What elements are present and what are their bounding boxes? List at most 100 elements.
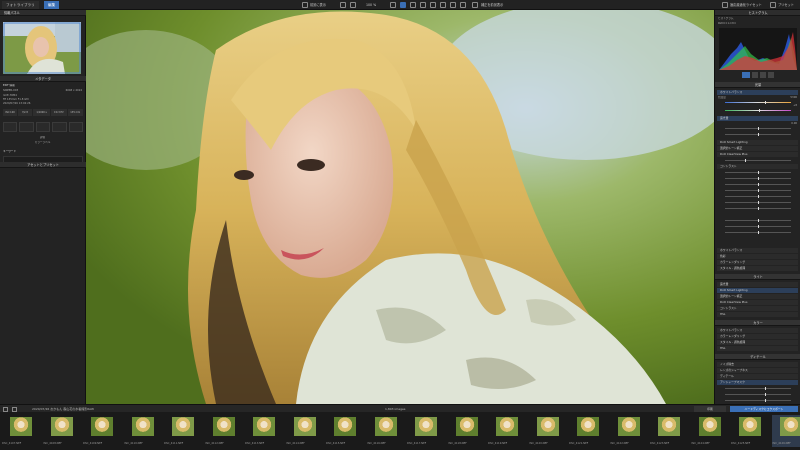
section-white-balance-2[interactable]: ホワイトバランス bbox=[717, 248, 798, 253]
section-color-rendering-2[interactable]: カラーレンダリング bbox=[717, 334, 798, 339]
before-after-icon[interactable] bbox=[472, 2, 478, 8]
exposure-value[interactable]: 0.00 bbox=[718, 122, 797, 126]
wb-tint-value[interactable]: +8 bbox=[718, 104, 797, 108]
navigator-header[interactable]: 情報パネル bbox=[0, 10, 86, 16]
section-white-balance[interactable]: ホワイトバランス bbox=[717, 90, 798, 95]
lens-icon[interactable] bbox=[52, 122, 67, 132]
section-style-toning[interactable]: スタイル - 調色処理 bbox=[717, 266, 798, 271]
straighten-icon[interactable] bbox=[420, 2, 426, 8]
filmstrip-thumbnail[interactable]: DSC_4109.NEF bbox=[83, 415, 121, 447]
main-photo-viewer[interactable] bbox=[86, 10, 714, 404]
exif-header[interactable]: EXIF 情報 bbox=[3, 84, 82, 88]
filmstrip-thumbnail[interactable]: DSC_4116.NEF bbox=[367, 415, 405, 447]
rgb-channel-icon[interactable] bbox=[742, 72, 750, 78]
filmstrip-thumbnail[interactable]: DSC_4120.NEF bbox=[529, 415, 567, 447]
metadata-header[interactable]: メタデータ bbox=[0, 76, 86, 82]
assets-header[interactable]: アセットとプリセット bbox=[0, 162, 86, 168]
filmstrip-thumbnail[interactable]: DSC_4117.NEF bbox=[407, 415, 445, 447]
tab-customize[interactable]: 編集 bbox=[44, 1, 60, 9]
filmstrip-thumbnail[interactable]: DSC_4122.NEF bbox=[610, 415, 648, 447]
sort-icon[interactable] bbox=[12, 406, 17, 412]
section-white-balance-3[interactable]: ホワイトバランス bbox=[717, 328, 798, 333]
section-clearview-2[interactable]: DxO ClearView Plus bbox=[717, 300, 798, 305]
adaptive-preset-button[interactable]: 適応最適化ライセット bbox=[730, 2, 762, 9]
section-unsharp-mask[interactable]: アンシャープマスク bbox=[717, 380, 798, 385]
group-header-color[interactable]: カラー bbox=[715, 320, 800, 326]
section-detail[interactable]: ディテール bbox=[717, 374, 798, 379]
keywords-header[interactable]: キーワード bbox=[3, 150, 82, 154]
group-header-light-1[interactable]: 光量 bbox=[715, 82, 800, 88]
warning-icon[interactable] bbox=[460, 2, 466, 8]
tab-photo-library[interactable]: フォトライブラリ bbox=[2, 1, 39, 9]
unsharp-slider-3[interactable] bbox=[725, 399, 791, 402]
fit-icon[interactable] bbox=[350, 2, 356, 8]
local-adjust-icon[interactable] bbox=[440, 2, 446, 8]
crop-icon[interactable] bbox=[410, 2, 416, 8]
wb-tint-slider[interactable] bbox=[725, 109, 791, 112]
filmstrip-thumbnail[interactable]: DSC_4108.NEF bbox=[43, 415, 81, 447]
section-color[interactable]: 色彩 bbox=[717, 254, 798, 259]
filmstrip-thumbnail[interactable]: DSC_4125.NEF bbox=[731, 415, 769, 447]
filmstrip-thumbnail[interactable]: DSC_4121.NEF bbox=[569, 415, 607, 447]
section-clearview[interactable]: DxO ClearView Plus bbox=[717, 152, 798, 157]
contrast-slider-2[interactable] bbox=[725, 177, 791, 180]
section-exposure-2[interactable]: 露光量 bbox=[717, 282, 798, 287]
filmstrip-thumbnail[interactable]: DSC_4110.NEF bbox=[124, 415, 162, 447]
section-contrast-2[interactable]: コントラスト bbox=[717, 306, 798, 311]
split-view-icon[interactable] bbox=[340, 2, 346, 8]
before-after-button[interactable]: 補正を前景表示 bbox=[481, 2, 503, 9]
wb-temp-slider[interactable] bbox=[725, 101, 791, 104]
contrast-slider-9[interactable] bbox=[725, 225, 791, 228]
clearview-slider[interactable] bbox=[725, 159, 791, 162]
preset-button[interactable]: プリセット bbox=[778, 2, 794, 9]
contrast-slider-6[interactable] bbox=[725, 201, 791, 204]
info-icon[interactable] bbox=[68, 122, 84, 132]
section-noise-reduction[interactable]: ノイズ除去 bbox=[717, 362, 798, 367]
contrast-slider-1[interactable] bbox=[725, 171, 791, 174]
filmstrip-thumbnail[interactable]: DSC_4111.NEF bbox=[164, 415, 202, 447]
section-exposure[interactable]: 露光量 bbox=[717, 116, 798, 121]
section-contrast[interactable]: コントラスト bbox=[717, 164, 798, 169]
section-smart-lighting-2[interactable]: DxO Smart Lighting bbox=[717, 288, 798, 293]
filmstrip-thumbnail[interactable]: DSC_4107.NEF bbox=[2, 415, 40, 447]
group-header-detail[interactable]: ディテール bbox=[715, 354, 800, 360]
eye-icon[interactable] bbox=[450, 2, 456, 8]
green-channel-icon[interactable] bbox=[760, 72, 766, 78]
contrast-slider-4[interactable] bbox=[725, 189, 791, 192]
contrast-slider-5[interactable] bbox=[725, 195, 791, 198]
blue-channel-icon[interactable] bbox=[768, 72, 774, 78]
section-lens-sharpness[interactable]: レンズのシャープネス bbox=[717, 368, 798, 373]
exposure-slider-2[interactable] bbox=[725, 133, 791, 136]
red-channel-icon[interactable] bbox=[752, 72, 758, 78]
unsharp-slider-2[interactable] bbox=[725, 393, 791, 396]
zoom-level[interactable]: 100 % bbox=[366, 2, 376, 9]
exposure-slider[interactable] bbox=[725, 127, 791, 130]
flag-icon[interactable] bbox=[3, 122, 18, 132]
filmstrip-thumbnail[interactable]: DSC_4126.NEF bbox=[771, 415, 800, 447]
filmstrip-thumbnail[interactable]: DSC_4115.NEF bbox=[326, 415, 364, 447]
contrast-slider-8[interactable] bbox=[725, 219, 791, 222]
filmstrip-thumbnail[interactable]: DSC_4123.NEF bbox=[650, 415, 688, 447]
filmstrip-thumbnail[interactable]: DSC_4118.NEF bbox=[448, 415, 486, 447]
preset-icon[interactable] bbox=[770, 2, 776, 8]
hand-tool-icon[interactable] bbox=[390, 2, 396, 8]
histogram-panel-header[interactable]: ヒストグラム bbox=[715, 10, 800, 16]
map-icon[interactable] bbox=[19, 122, 34, 132]
section-color-rendering[interactable]: カラーレンダリング bbox=[717, 260, 798, 265]
filmstrip-thumbnail[interactable]: DSC_4124.NEF bbox=[691, 415, 729, 447]
select-tool-icon[interactable] bbox=[400, 2, 406, 8]
section-hsl-2[interactable]: HSL bbox=[717, 346, 798, 351]
filter-icon[interactable] bbox=[3, 406, 8, 412]
group-header-light[interactable]: ライト bbox=[715, 274, 800, 280]
filmstrip-thumbnail[interactable]: DSC_4114.NEF bbox=[286, 415, 324, 447]
filmstrip-thumbnail[interactable]: DSC_4119.NEF bbox=[488, 415, 526, 447]
compare-icon[interactable] bbox=[302, 2, 308, 8]
section-tone-correction[interactable]: 選択的トーン補正 bbox=[717, 146, 798, 151]
filmstrip-thumbnail[interactable]: DSC_4112.NEF bbox=[205, 415, 243, 447]
contrast-slider-3[interactable] bbox=[725, 183, 791, 186]
contrast-slider-7[interactable] bbox=[725, 207, 791, 210]
wb-temp-value[interactable]: 5300 bbox=[718, 96, 797, 100]
compare-button[interactable]: 前景に表示 bbox=[310, 2, 326, 9]
section-smart-lighting[interactable]: DxO Smart Lighting bbox=[717, 140, 798, 145]
section-tone-correction-2[interactable]: 選択的トーン補正 bbox=[717, 294, 798, 299]
